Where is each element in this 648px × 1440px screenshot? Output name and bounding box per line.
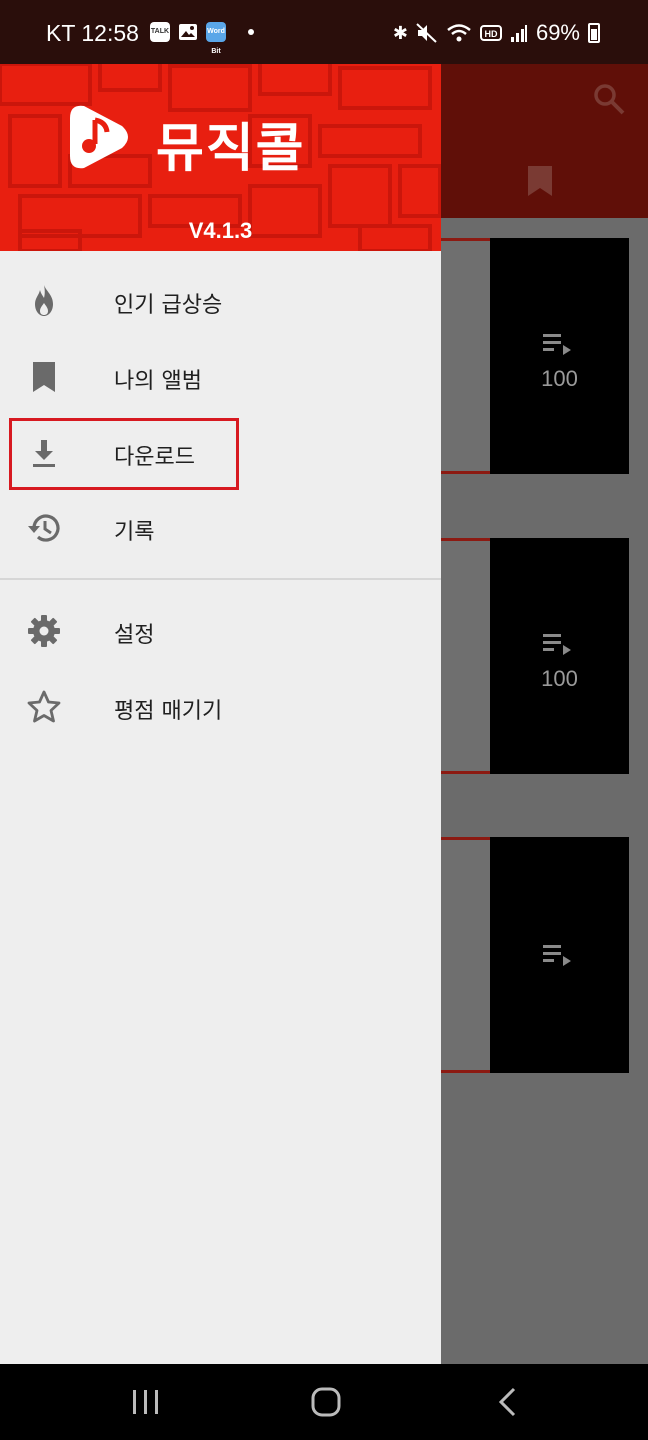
status-time: KT 12:58: [46, 20, 139, 46]
star-icon: [27, 690, 61, 723]
bookmark-tab-icon[interactable]: [526, 164, 554, 198]
bookmark-icon: [33, 362, 55, 392]
menu-item-label: 인기 급상승: [114, 293, 223, 318]
battery-percent: 69%: [535, 20, 580, 45]
image-icon: [179, 24, 197, 40]
drawer-header: 뮤직콜 V4.1.3: [0, 56, 441, 251]
app-version: V4.1.3: [188, 218, 253, 243]
playlist-icon: [543, 334, 571, 355]
menu-item-my-album[interactable]: 나의 앨범: [0, 342, 441, 412]
notification-icons: TALK Word Bit: [150, 22, 254, 55]
app-name: 뮤직콜: [156, 119, 306, 179]
gear-icon: [28, 615, 60, 647]
menu-item-label: 나의 앨범: [114, 369, 202, 394]
track-count: 100: [541, 666, 578, 691]
back-icon[interactable]: [488, 1382, 528, 1422]
signal-icon: [510, 25, 527, 42]
fire-icon: [35, 285, 53, 316]
background-card[interactable]: 100: [441, 538, 629, 774]
battery-icon: [588, 23, 600, 43]
hd-voice-icon: HD: [479, 25, 502, 41]
menu-item-trending[interactable]: 인기 급상승: [0, 266, 441, 336]
wifi-icon: [447, 24, 471, 42]
bluetooth-icon: ✱: [392, 22, 408, 43]
more-notifications-dot: [248, 29, 254, 35]
wordbit-icon: Word Bit: [206, 22, 226, 55]
mute-icon: [416, 23, 437, 43]
history-icon: [28, 514, 60, 542]
playlist-icon: [543, 634, 571, 655]
recent-apps-icon[interactable]: [126, 1382, 166, 1422]
menu-item-settings[interactable]: 설정: [0, 596, 441, 666]
navigation-drawer: 뮤직콜 V4.1.3 인기 급상승 나의 앨범 다운로드 기록 설정 평점 매기…: [0, 56, 441, 1364]
home-icon[interactable]: [306, 1382, 346, 1422]
menu-item-rate[interactable]: 평점 매기기: [0, 672, 441, 742]
track-count: 100: [541, 366, 578, 391]
status-bar: KT 12:58 TALK Word Bit ✱ HD 69%: [0, 0, 648, 64]
highlight-annotation: [9, 418, 239, 490]
menu-item-history[interactable]: 기록: [0, 493, 441, 563]
menu-item-label: 기록: [114, 520, 155, 545]
svg-text:HD: HD: [484, 29, 497, 39]
talk-icon: TALK: [150, 22, 170, 42]
menu-item-label: 평점 매기기: [114, 699, 223, 724]
search-icon[interactable]: [592, 82, 626, 116]
background-card[interactable]: [441, 837, 629, 1073]
menu-item-label: 설정: [114, 623, 155, 648]
status-right: ✱ HD 69%: [393, 20, 600, 46]
app-logo-icon: [70, 105, 128, 169]
menu-divider: [0, 578, 441, 580]
background-card[interactable]: 100: [441, 238, 629, 474]
system-nav-bar: [0, 1364, 648, 1440]
playlist-icon: [543, 945, 571, 966]
